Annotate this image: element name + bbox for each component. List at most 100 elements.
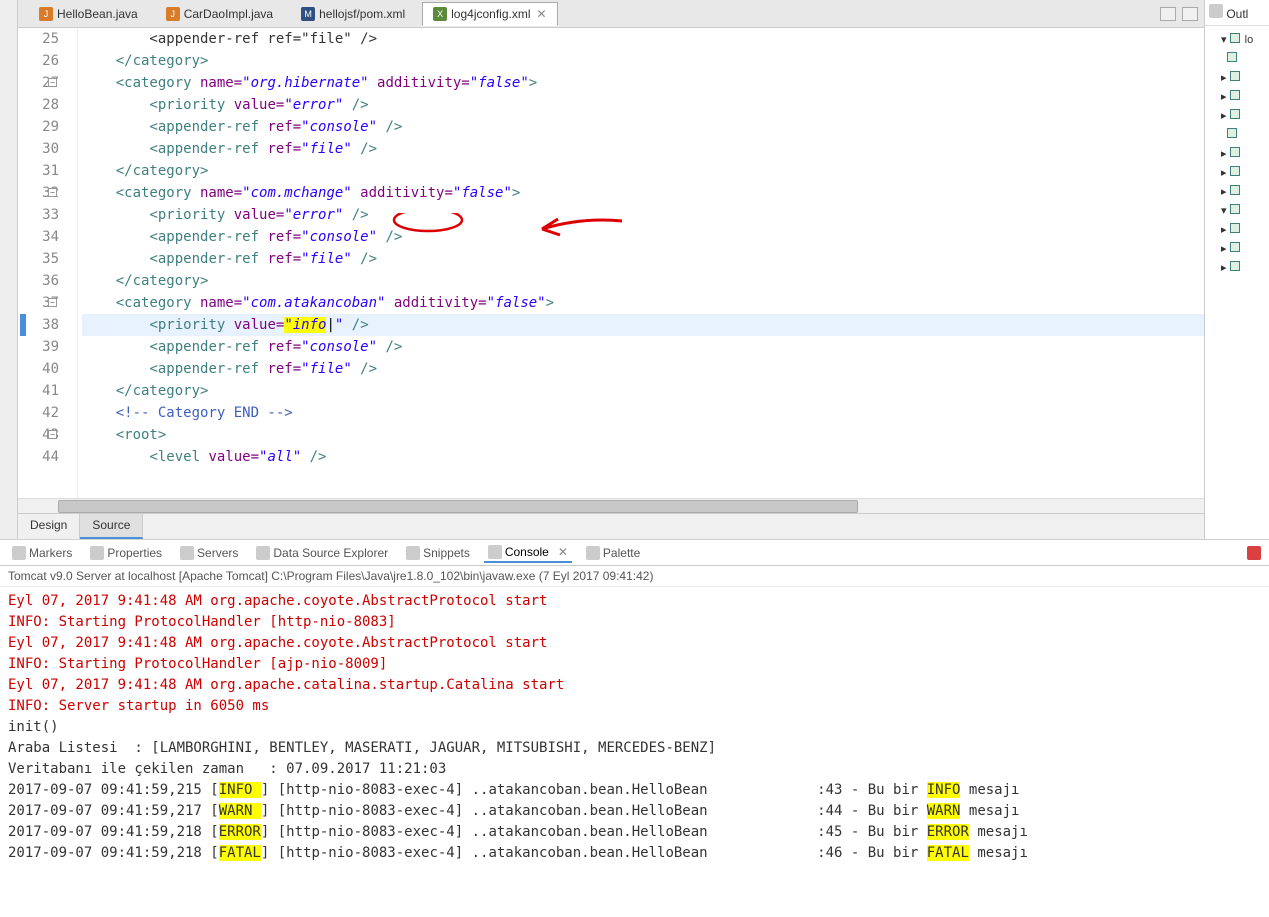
line-number: 40 [18, 358, 59, 380]
view-properties[interactable]: Properties [86, 544, 166, 562]
tab-pom[interactable]: M hellojsf/pom.xml [290, 2, 416, 26]
code-line[interactable]: </category> [82, 270, 1204, 292]
tab-label: HelloBean.java [57, 7, 138, 21]
code-line[interactable]: <category name="org.hibernate" additivit… [82, 72, 1204, 94]
view-servers[interactable]: Servers [176, 544, 242, 562]
code-line[interactable]: </category> [82, 50, 1204, 72]
outline-item[interactable] [1209, 125, 1265, 144]
view-dse[interactable]: Data Source Explorer [252, 544, 392, 562]
line-number: 29 [18, 116, 59, 138]
outline-item[interactable]: ▸ [1209, 182, 1265, 201]
view-snippets[interactable]: Snippets [402, 544, 474, 562]
element-icon [1230, 242, 1240, 252]
console-output[interactable]: Eyl 07, 2017 9:41:48 AM org.apache.coyot… [0, 587, 1269, 917]
code-line[interactable]: </category> [82, 160, 1204, 182]
xml-icon: X [433, 7, 447, 21]
outline-items: ▾ lo ▸ ▸ ▸ ▸ ▸ ▸ ▾ ▸ ▸ ▸ [1205, 26, 1269, 281]
java-icon: J [166, 7, 180, 21]
editor-tabs-row: J HelloBean.java J CarDaoImpl.java M hel… [18, 0, 1204, 28]
code-line[interactable]: <category name="com.atakancoban" additiv… [82, 292, 1204, 314]
code-line[interactable]: <appender-ref ref="console" /> [82, 116, 1204, 138]
element-icon [1230, 185, 1240, 195]
console-icon [488, 545, 502, 559]
tab-hellobean[interactable]: J HelloBean.java [28, 2, 149, 26]
line-number: 36 [18, 270, 59, 292]
outline-item[interactable]: ▸ [1209, 87, 1265, 106]
horizontal-scrollbar[interactable] [18, 498, 1204, 513]
code-line[interactable]: <level value="all" /> [82, 446, 1204, 468]
left-rail [0, 0, 18, 539]
line-number: 26 [18, 50, 59, 72]
close-icon[interactable]: ✕ [537, 7, 547, 21]
element-icon [1227, 128, 1237, 138]
outline-title: Outl [1205, 0, 1269, 26]
outline-item[interactable]: ▸ [1209, 144, 1265, 163]
code-line[interactable]: <priority value="error" /> [82, 204, 1204, 226]
maximize-button[interactable] [1182, 7, 1198, 21]
outline-item[interactable]: ▸ [1209, 106, 1265, 125]
code-editor[interactable]: 252627−2829303132−3334353637−38394041424… [18, 28, 1204, 498]
tab-design[interactable]: Design [18, 514, 80, 539]
close-icon[interactable]: ✕ [558, 545, 568, 559]
line-number: 43− [18, 424, 59, 446]
outline-item[interactable]: ▸ [1209, 68, 1265, 87]
element-icon [1230, 204, 1240, 214]
tab-log4jconfig[interactable]: X log4jconfig.xml ✕ [422, 2, 557, 26]
code-line[interactable]: <appender-ref ref="file" /> [82, 138, 1204, 160]
current-line-marker [20, 314, 26, 336]
code-line[interactable]: <!-- Category END --> [82, 402, 1204, 424]
code-lines[interactable]: <appender-ref ref="file" /> </category> … [78, 28, 1204, 498]
fold-toggle[interactable]: − [48, 430, 57, 439]
outline-item[interactable]: ▸ [1209, 239, 1265, 258]
outline-item[interactable]: ▸ [1209, 258, 1265, 277]
outline-icon [1209, 4, 1223, 18]
element-icon [1230, 71, 1240, 81]
code-line[interactable]: <appender-ref ref="file" /> [82, 248, 1204, 270]
line-number: 28 [18, 94, 59, 116]
line-gutter: 252627−2829303132−3334353637−38394041424… [18, 28, 78, 498]
dse-icon [256, 546, 270, 560]
code-line[interactable]: <appender-ref ref="console" /> [82, 226, 1204, 248]
properties-icon [90, 546, 104, 560]
views-tabs-row: Markers Properties Servers Data Source E… [0, 540, 1269, 566]
console-line: Eyl 07, 2017 9:41:48 AM org.apache.catal… [8, 675, 1261, 696]
line-number: 33 [18, 204, 59, 226]
console-line: Eyl 07, 2017 9:41:48 AM org.apache.coyot… [8, 633, 1261, 654]
code-line[interactable]: <category name="com.mchange" additivity=… [82, 182, 1204, 204]
view-markers[interactable]: Markers [8, 544, 76, 562]
outline-item[interactable]: ▸ [1209, 163, 1265, 182]
code-line[interactable]: </category> [82, 380, 1204, 402]
outline-item[interactable] [1209, 49, 1265, 68]
element-icon [1230, 147, 1240, 157]
tab-label: hellojsf/pom.xml [319, 7, 405, 21]
fold-toggle[interactable]: − [48, 188, 57, 197]
code-line[interactable]: <root> [82, 424, 1204, 446]
fold-toggle[interactable]: − [48, 298, 57, 307]
tab-source[interactable]: Source [80, 514, 143, 539]
lower-panel: Markers Properties Servers Data Source E… [0, 540, 1269, 917]
line-number: 30 [18, 138, 59, 160]
element-icon [1230, 109, 1240, 119]
view-console[interactable]: Console ✕ [484, 543, 572, 563]
stop-button[interactable] [1247, 546, 1261, 560]
tab-label: CarDaoImpl.java [184, 7, 273, 21]
tab-cardao[interactable]: J CarDaoImpl.java [155, 2, 284, 26]
view-palette[interactable]: Palette [582, 544, 644, 562]
console-log-line: 2017-09-07 09:41:59,218 [ERROR] [http-ni… [8, 822, 1261, 843]
console-log-line: 2017-09-07 09:41:59,215 [INFO ] [http-ni… [8, 780, 1261, 801]
line-number: 35 [18, 248, 59, 270]
scrollbar-thumb[interactable] [58, 500, 858, 513]
minimize-button[interactable] [1160, 7, 1176, 21]
console-line: Veritabanı ile çekilen zaman : 07.09.201… [8, 759, 1261, 780]
tab-label: log4jconfig.xml [451, 7, 530, 21]
outline-item[interactable]: ▾ [1209, 201, 1265, 220]
fold-toggle[interactable]: − [48, 78, 57, 87]
code-line[interactable]: <priority value="info|" /> [82, 314, 1204, 336]
code-line[interactable]: <appender-ref ref="console" /> [82, 336, 1204, 358]
console-process-label: Tomcat v9.0 Server at localhost [Apache … [0, 566, 1269, 587]
outline-item[interactable]: ▾ lo [1209, 30, 1265, 49]
code-line[interactable]: <appender-ref ref="file" /> [82, 358, 1204, 380]
code-line[interactable]: <appender-ref ref="file" /> [82, 28, 1204, 50]
code-line[interactable]: <priority value="error" /> [82, 94, 1204, 116]
outline-item[interactable]: ▸ [1209, 220, 1265, 239]
